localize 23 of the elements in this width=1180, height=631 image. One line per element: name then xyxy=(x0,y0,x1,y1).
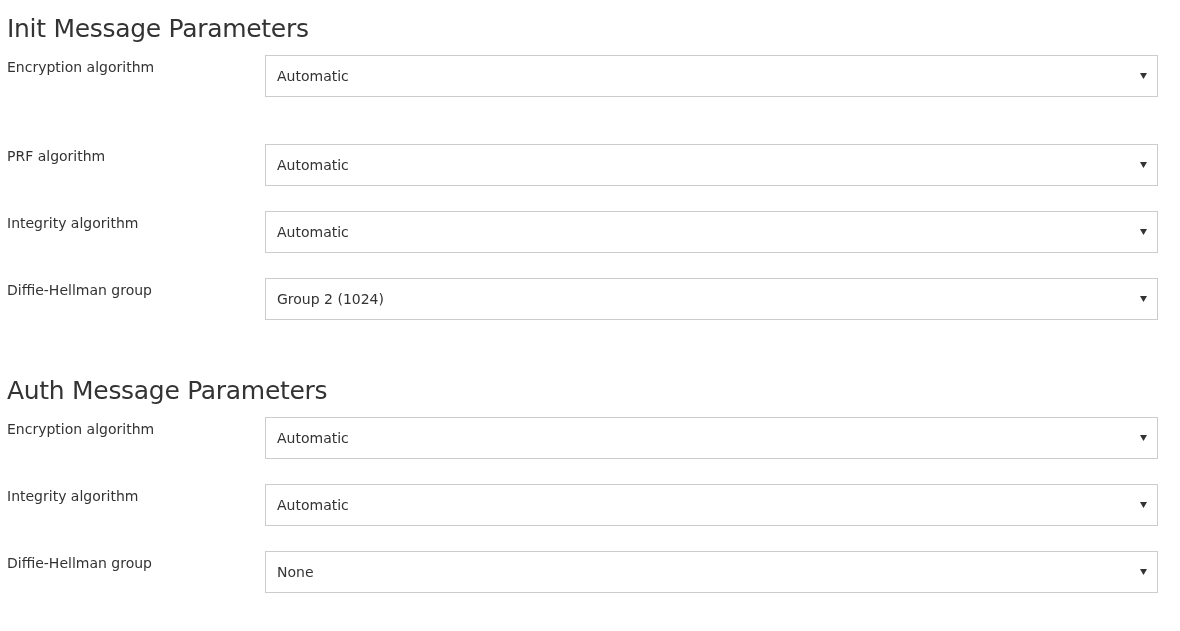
dropdown-select[interactable]: Automatic xyxy=(265,211,1158,253)
dropdown-select[interactable]: Automatic xyxy=(265,144,1158,186)
section-heading: Init Message Parameters xyxy=(7,13,310,45)
caret-icon xyxy=(1140,569,1147,575)
field-label: Diffie-Hellman group xyxy=(7,281,153,298)
caret-icon xyxy=(1140,296,1147,302)
section-heading: Auth Message Parameters xyxy=(7,375,329,407)
caret-icon xyxy=(1140,435,1147,441)
caret-icon xyxy=(1140,229,1147,235)
caret-icon xyxy=(1140,73,1147,79)
caret-icon xyxy=(1140,502,1147,508)
caret-icon xyxy=(1140,162,1147,168)
dropdown-select[interactable]: Automatic xyxy=(265,55,1158,97)
dropdown-select[interactable]: Group 2 (1024) xyxy=(265,278,1158,320)
dropdown-select[interactable]: None xyxy=(265,551,1158,593)
field-label: Integrity algorithm xyxy=(7,487,140,504)
field-label: Encryption algorithm xyxy=(7,420,156,437)
field-label: Diffie-Hellman group xyxy=(7,554,153,571)
field-label: Encryption algorithm xyxy=(7,58,156,75)
field-label: Integrity algorithm xyxy=(7,214,140,231)
dropdown-select[interactable]: Automatic xyxy=(265,484,1158,526)
dropdown-select[interactable]: Automatic xyxy=(265,417,1158,459)
field-label: PRF algorithm xyxy=(7,147,107,164)
